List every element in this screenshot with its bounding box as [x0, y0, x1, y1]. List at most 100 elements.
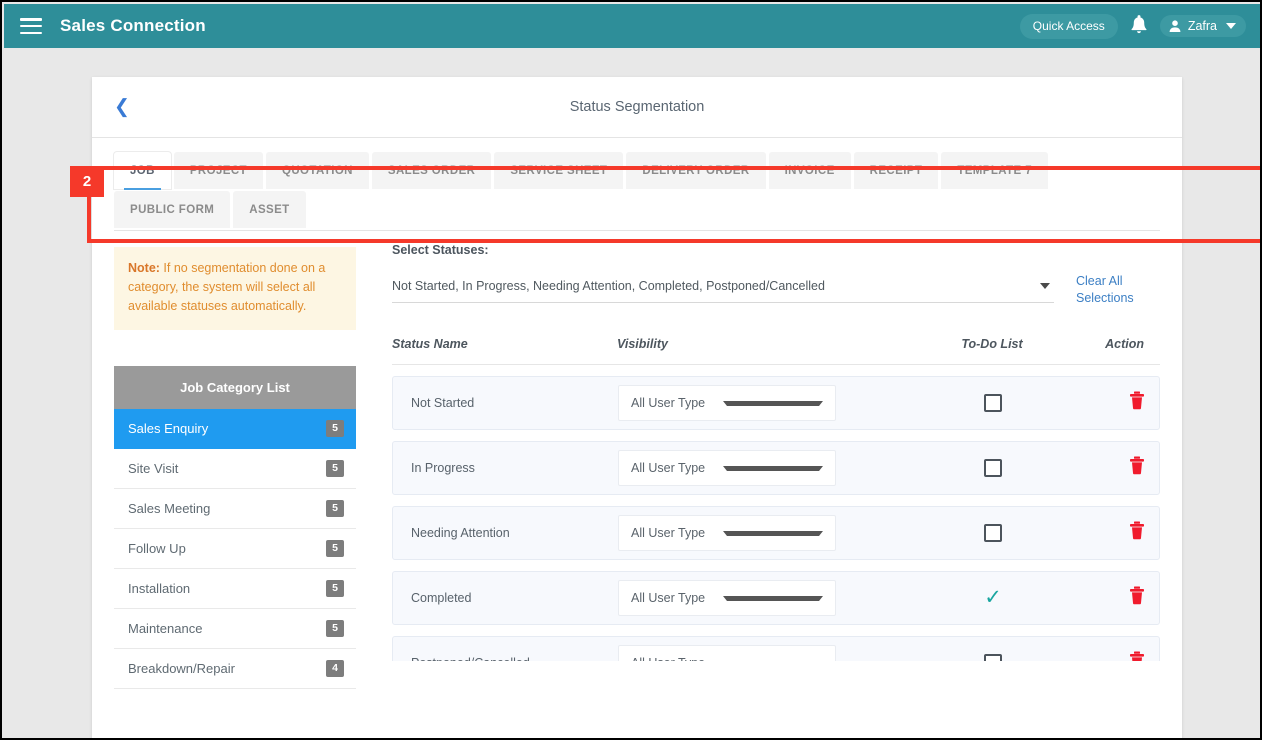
quick-access-button[interactable]: Quick Access [1019, 13, 1118, 39]
delete-status-button[interactable] [1129, 586, 1145, 610]
status-row: Completed All User Type ✓ [392, 571, 1160, 625]
visibility-dropdown[interactable]: All User Type [618, 450, 836, 486]
status-row: In Progress All User Type [392, 441, 1160, 495]
category-item[interactable]: Site Visit 5 [114, 449, 356, 489]
tab-label: SALES ORDER [387, 165, 476, 177]
category-list: Sales Enquiry 5 Site Visit 5 Sales Meeting 5 F… [114, 409, 356, 689]
tab-delivery-order[interactable]: DELIVERY ORDER [626, 152, 766, 189]
chevron-down-icon [1226, 23, 1236, 29]
category-label: Breakdown/Repair [128, 661, 235, 676]
tab-label: JOB [130, 165, 155, 177]
clear-all-selections-link[interactable]: Clear All Selections [1076, 273, 1160, 307]
trash-icon [1130, 456, 1144, 475]
category-item[interactable]: Sales Enquiry 5 [114, 409, 356, 449]
tab-label: PUBLIC FORM [130, 204, 215, 216]
category-item[interactable]: Follow Up 5 [114, 529, 356, 569]
visibility-dropdown[interactable]: All User Type [618, 580, 836, 616]
category-list-header: Job Category List [114, 366, 356, 409]
tab-label: QUOTATION [281, 165, 353, 177]
user-menu[interactable]: Zafra [1159, 15, 1246, 37]
tab-public-form[interactable]: PUBLIC FORM [114, 191, 231, 228]
category-item[interactable]: Installation 5 [114, 569, 356, 609]
visibility-dropdown[interactable]: All User Type [618, 645, 836, 661]
document-type-tabs: JOB PROJECT QUOTATION SALES ORDER SERVICE SH… [92, 138, 1182, 231]
page-card: ❮ Status Segmentation JOB PROJECT QUOTATIO… [92, 77, 1182, 738]
select-statuses-dropdown[interactable]: Not Started, In Progress, Needing Attent… [392, 279, 1054, 303]
trash-icon [1130, 586, 1144, 605]
header-status-name: Status Name [392, 337, 468, 351]
action-cell [1068, 521, 1159, 545]
header-visibility: Visibility [617, 337, 668, 351]
tab-project[interactable]: PROJECT [173, 152, 263, 189]
category-count-badge: 5 [326, 500, 344, 517]
content-area: Note: If no segmentation done on a categ… [92, 231, 1182, 689]
bell-icon[interactable] [1128, 14, 1150, 38]
category-item[interactable]: Maintenance 5 [114, 609, 356, 649]
todo-checkbox[interactable] [984, 394, 1002, 412]
right-column: Select Statuses: Not Started, In Progres… [356, 231, 1160, 689]
delete-status-button[interactable] [1129, 391, 1145, 415]
todo-list-cell: ✓ [918, 587, 1068, 608]
todo-list-cell [918, 654, 1068, 661]
status-row: Not Started All User Type [392, 376, 1160, 430]
category-label: Sales Enquiry [128, 421, 209, 436]
app-title: Sales Connection [60, 16, 206, 35]
tab-label: INVOICE [784, 165, 835, 177]
category-label: Sales Meeting [128, 501, 211, 516]
trash-icon [1130, 651, 1144, 661]
left-column: Note: If no segmentation done on a categ… [114, 231, 356, 689]
todo-checkbox[interactable] [984, 654, 1002, 661]
status-name-cell: Not Started [411, 396, 475, 410]
action-cell [1068, 651, 1159, 661]
todo-list-cell [918, 394, 1068, 412]
visibility-value: All User Type [631, 396, 706, 410]
category-label: Installation [128, 581, 191, 596]
tab-template-7[interactable]: TEMPLATE 7 [941, 152, 1049, 189]
chevron-down-icon [723, 660, 823, 661]
visibility-cell: All User Type [618, 385, 918, 421]
topbar-actions: Quick Access Zafra [1019, 13, 1246, 39]
category-label: Site Visit [128, 461, 179, 476]
status-row: Needing Attention All User Type [392, 506, 1160, 560]
category-count-badge: 4 [326, 660, 344, 677]
chevron-down-icon [723, 530, 823, 536]
tab-label: TEMPLATE 7 [957, 165, 1033, 177]
chevron-down-icon [723, 400, 823, 406]
tab-service-sheet[interactable]: SERVICE SHEET [494, 152, 624, 189]
category-count-badge: 5 [326, 580, 344, 597]
chevron-down-icon [1040, 283, 1050, 289]
page-header: ❮ Status Segmentation [92, 77, 1182, 138]
table-header-row: Status Name Visibility To-Do List Action [392, 337, 1160, 365]
visibility-dropdown[interactable]: All User Type [618, 385, 836, 421]
category-label: Follow Up [128, 541, 186, 556]
top-navigation-bar: Sales Connection Quick Access Zafra [4, 4, 1260, 48]
back-button[interactable]: ❮ [114, 98, 130, 117]
category-item[interactable]: Sales Meeting 5 [114, 489, 356, 529]
delete-status-button[interactable] [1129, 651, 1145, 661]
delete-status-button[interactable] [1129, 521, 1145, 545]
tab-sales-order[interactable]: SALES ORDER [371, 152, 492, 189]
tab-invoice[interactable]: INVOICE [768, 152, 851, 189]
check-icon[interactable]: ✓ [984, 587, 1002, 608]
todo-checkbox[interactable] [984, 524, 1002, 542]
delete-status-button[interactable] [1129, 456, 1145, 480]
status-name-cell: Postponed/Cancelled [411, 656, 618, 661]
header-action: Action [1105, 337, 1144, 351]
category-item[interactable]: Breakdown/Repair 4 [114, 649, 356, 689]
tab-job[interactable]: JOB [114, 152, 171, 190]
chevron-down-icon [723, 465, 823, 471]
tab-label: ASSET [249, 204, 290, 216]
tab-asset[interactable]: ASSET [233, 191, 306, 228]
hamburger-menu-icon[interactable] [20, 18, 42, 34]
tab-row: JOB PROJECT QUOTATION SALES ORDER SERVICE SH… [114, 152, 1160, 230]
visibility-dropdown[interactable]: All User Type [618, 515, 836, 551]
visibility-value: All User Type [631, 656, 723, 661]
header-todo-list: To-Do List [961, 337, 1023, 351]
todo-checkbox[interactable] [984, 459, 1002, 477]
tab-label: PROJECT [189, 165, 247, 177]
status-selector-row: Not Started, In Progress, Needing Attent… [392, 274, 1160, 307]
status-name-cell: Needing Attention [411, 526, 510, 540]
tab-label: RECEIPT [869, 165, 923, 177]
tab-receipt[interactable]: RECEIPT [853, 152, 939, 189]
tab-quotation[interactable]: QUOTATION [265, 152, 369, 189]
